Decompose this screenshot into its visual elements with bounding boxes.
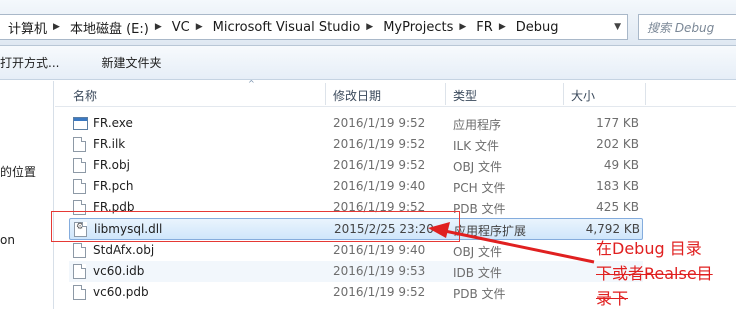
column-divider[interactable] [563, 83, 564, 105]
exe-icon [73, 117, 88, 130]
file-date: 2016/1/19 9:52 [333, 158, 426, 172]
annotation-note: 在Debug 目录 下或者Realse目 录下 [596, 236, 736, 309]
file-date: 2016/1/19 9:40 [333, 179, 426, 193]
annotation-highlight-box [51, 211, 460, 242]
crumb-myprojects[interactable]: MyProjects [375, 20, 457, 35]
column-divider[interactable] [645, 83, 646, 105]
file-type: ILK 文件 [453, 139, 499, 153]
column-size[interactable]: 大小 [571, 87, 595, 107]
file-icon [73, 179, 86, 194]
file-size: 177 KB [596, 116, 639, 130]
file-icon [73, 285, 86, 300]
table-row[interactable]: FR.obj 2016/1/19 9:52 OBJ 文件 49 KB [69, 155, 643, 176]
file-name: FR.pch [93, 179, 134, 193]
file-date: 2016/1/19 9:53 [333, 264, 426, 278]
search-placeholder: 搜索 Debug [647, 20, 715, 35]
table-row[interactable]: FR.pch 2016/1/19 9:40 PCH 文件 183 KB [69, 176, 643, 197]
crumb-separator-icon[interactable]: ▶ [364, 22, 375, 32]
file-size: 4,792 KB [585, 222, 640, 236]
crumb-vc[interactable]: VC [164, 20, 194, 35]
crumb-separator-icon[interactable]: ▶ [194, 22, 205, 32]
crumb-separator-icon[interactable]: ▶ [51, 22, 62, 32]
file-type: IDB 文件 [453, 266, 502, 280]
file-date: 2016/1/19 9:40 [333, 243, 426, 257]
navigation-pane: 的位置 on [0, 81, 54, 309]
crumb-separator-icon[interactable]: ▶ [457, 22, 468, 32]
column-divider[interactable] [325, 83, 326, 105]
file-date: 2016/1/19 9:52 [333, 116, 426, 130]
file-type: 应用程序扩展 [454, 224, 527, 238]
annotation-line-3: 录下 [596, 289, 629, 308]
breadcrumb[interactable]: 计算机 ▶ 本地磁盘 (E:) ▶ VC ▶ Microsoft Visual … [0, 14, 628, 40]
file-name: FR.obj [93, 158, 130, 172]
file-type: 应用程序 [453, 118, 502, 132]
file-icon [73, 264, 86, 279]
table-row[interactable]: StdAfx.obj 2016/1/19 9:40 OBJ 文件 [69, 240, 643, 261]
crumb-computer[interactable]: 计算机 [0, 18, 51, 37]
crumb-debug[interactable]: Debug [508, 20, 563, 35]
new-folder-button[interactable]: 新建文件夹 [101, 54, 173, 71]
crumb-drive[interactable]: 本地磁盘 (E:) [62, 18, 153, 37]
file-size: 425 KB [596, 200, 639, 214]
file-date: 2016/1/19 9:52 [333, 285, 426, 299]
crumb-separator-icon[interactable]: ▶ [153, 22, 164, 32]
crumb-visual-studio[interactable]: Microsoft Visual Studio [205, 20, 365, 35]
file-icon [73, 158, 86, 173]
file-size: 183 KB [596, 179, 639, 193]
file-name: StdAfx.obj [93, 243, 155, 257]
file-name: vc60.idb [93, 264, 145, 278]
address-bar: 计算机 ▶ 本地磁盘 (E:) ▶ VC ▶ Microsoft Visual … [0, 0, 736, 46]
file-name: FR.ilk [93, 137, 126, 151]
annotation-line-1: 在Debug 目录 [596, 239, 702, 258]
column-name[interactable]: 名称 [73, 87, 97, 107]
file-icon [73, 243, 86, 258]
nav-item-recent-places[interactable]: 的位置 [0, 163, 36, 180]
file-type: OBJ 文件 [453, 160, 503, 174]
address-dropdown-icon[interactable]: ▼ [614, 22, 621, 32]
file-name: FR.exe [93, 116, 133, 130]
file-type: PDB 文件 [453, 202, 506, 216]
file-type: PCH 文件 [453, 181, 506, 195]
table-row[interactable]: vc60.pdb 2016/1/19 9:52 PDB 文件 [69, 282, 643, 303]
crumb-separator-icon[interactable]: ▶ [497, 22, 508, 32]
annotation-line-2: 下或者Realse目 [596, 264, 713, 283]
file-date: 2016/1/19 9:52 [333, 137, 426, 151]
open-with-button[interactable]: 打开方式... [0, 54, 71, 71]
file-size: 202 KB [596, 137, 639, 151]
file-icon [73, 137, 86, 152]
column-divider[interactable] [445, 83, 446, 105]
column-header: 名称 ^ 修改日期 类型 大小 [55, 79, 736, 107]
sort-ascending-icon: ^ [248, 79, 255, 88]
table-row[interactable]: vc60.idb 2016/1/19 9:53 IDB 文件 [69, 261, 643, 282]
file-size: 49 KB [603, 158, 639, 172]
column-type[interactable]: 类型 [453, 87, 477, 107]
column-date[interactable]: 修改日期 [333, 87, 381, 107]
file-type: OBJ 文件 [453, 245, 503, 259]
nav-item-partial[interactable]: on [0, 233, 15, 247]
table-row[interactable]: FR.ilk 2016/1/19 9:52 ILK 文件 202 KB [69, 134, 643, 155]
file-type: PDB 文件 [453, 287, 506, 301]
crumb-fr[interactable]: FR [468, 20, 497, 35]
table-row[interactable]: FR.exe 2016/1/19 9:52 应用程序 177 KB [69, 113, 643, 134]
search-input[interactable]: 搜索 Debug [638, 14, 736, 40]
file-name: vc60.pdb [93, 285, 149, 299]
toolbar: 打开方式... 新建文件夹 [0, 46, 736, 80]
